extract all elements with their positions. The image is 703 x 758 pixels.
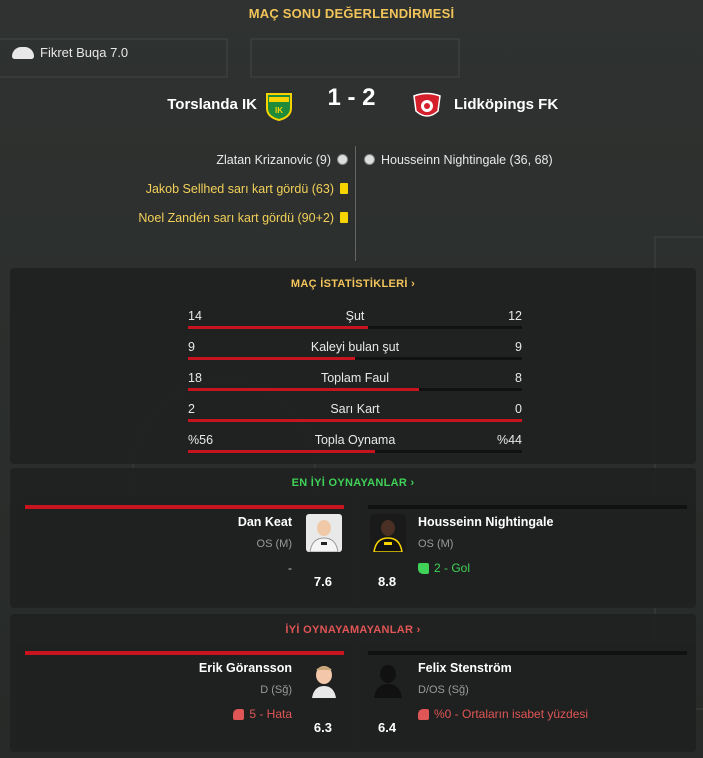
stat-label: Kaleyi bulan şut <box>310 340 400 354</box>
events-divider <box>355 146 356 261</box>
stat-bar <box>188 450 522 453</box>
ball-icon <box>364 154 375 165</box>
player-position: OS (M) <box>256 538 292 550</box>
away-team-name[interactable]: Lidköpings FK <box>454 96 558 113</box>
event-text: Zlatan Krizanovic (9) <box>216 152 331 167</box>
stat-label: Topla Oynama <box>314 433 396 447</box>
player-name: Housseinn Nightingale <box>418 515 554 529</box>
team-color-bar <box>368 505 687 509</box>
thumbs-up-icon <box>418 562 429 574</box>
player-name: Felix Stenström <box>418 661 512 675</box>
stat-bar-fill <box>188 419 522 422</box>
stat-away-value: 0 <box>515 402 522 416</box>
stat-row: 18 Toplam Faul 8 <box>188 371 522 401</box>
player-position: D/OS (Sğ) <box>418 684 469 696</box>
stat-bar-fill <box>188 326 368 329</box>
man-of-the-match[interactable]: Fikret Buqa 7.0 <box>12 45 128 60</box>
stat-bar <box>188 357 522 360</box>
yellow-card-icon <box>340 183 348 194</box>
match-score: 1 - 2 <box>327 84 376 111</box>
team-color-bar <box>25 651 344 655</box>
stat-label: Toplam Faul <box>320 371 390 385</box>
player-avatar-icon <box>370 514 406 552</box>
ball-icon <box>337 154 348 165</box>
player-note: %0 - Ortaların isabet yüzdesi <box>418 707 588 721</box>
best-away-player-card[interactable]: Housseinn Nightingale OS (M) 2 - Gol 8.8 <box>360 497 695 603</box>
player-rating: 6.4 <box>378 720 397 735</box>
player-note: 2 - Gol <box>418 561 470 575</box>
team-color-bar <box>25 505 344 509</box>
motm-text: Fikret Buqa 7.0 <box>40 45 129 60</box>
stat-label: Şut <box>345 309 365 323</box>
boot-icon <box>12 46 34 59</box>
best-home-player-card[interactable]: Dan Keat OS (M) - 7.6 <box>17 497 352 603</box>
player-name: Dan Keat <box>237 515 292 529</box>
stat-away-value: 12 <box>508 309 522 323</box>
event-text: Housseinn Nightingale (36, 68) <box>381 152 553 167</box>
stat-bar <box>188 419 522 422</box>
stat-label: Sarı Kart <box>330 402 380 416</box>
away-event-goal: Housseinn Nightingale (36, 68) <box>364 145 553 174</box>
worst-players-title[interactable]: İYİ OYNAYAMAYANLAR › <box>10 624 696 636</box>
home-events: Zlatan Krizanovic (9) Jakob Sellhed sarı… <box>138 145 348 232</box>
note-text: 5 - Hata <box>249 707 292 721</box>
team-color-bar <box>368 651 687 655</box>
stat-row: %56 Topla Oynama %44 <box>188 433 522 463</box>
away-team-crest-icon[interactable] <box>412 91 442 121</box>
stat-bar <box>188 326 522 329</box>
home-event-card: Noel Zandén sarı kart gördü (90+2) <box>138 203 348 232</box>
page-title: MAÇ SONU DEĞERLENDİRMESİ <box>248 6 455 21</box>
player-rating: 6.3 <box>313 720 332 735</box>
player-avatar-icon <box>306 514 342 552</box>
event-text: Noel Zandén sarı kart gördü (90+2) <box>138 210 334 225</box>
stat-away-value: 9 <box>515 340 522 354</box>
match-stats-title[interactable]: MAÇ İSTATİSTİKLERİ › <box>10 278 696 290</box>
best-players-title[interactable]: EN İYİ OYNAYANLAR › <box>10 477 696 489</box>
player-silhouette-icon <box>370 660 406 698</box>
stat-row: 2 Sarı Kart 0 <box>188 402 522 432</box>
away-events: Housseinn Nightingale (36, 68) <box>364 145 553 174</box>
stat-away-value: 8 <box>515 371 522 385</box>
yellow-card-icon <box>340 212 348 223</box>
player-position: OS (M) <box>418 538 454 550</box>
home-event-card: Jakob Sellhed sarı kart gördü (63) <box>138 174 348 203</box>
thumbs-down-icon <box>418 708 429 720</box>
stat-bar-fill <box>188 450 376 453</box>
thumbs-down-icon <box>233 708 245 720</box>
stat-row: 14 Şut 12 <box>188 309 522 339</box>
player-note: - <box>288 561 292 575</box>
worst-away-player-card[interactable]: Felix Stenström D/OS (Sğ) %0 - Ortaların… <box>360 643 695 749</box>
worst-home-player-card[interactable]: Erik Göransson D (Sğ) 5 - Hata 6.3 <box>17 643 352 749</box>
player-name: Erik Göransson <box>198 661 292 675</box>
player-rating: 8.8 <box>378 574 397 589</box>
stat-bar-fill <box>188 357 355 360</box>
stat-bar <box>188 388 522 391</box>
note-text: %0 - Ortaların isabet yüzdesi <box>434 707 589 721</box>
stat-bar-fill <box>188 388 420 391</box>
home-event-goal: Zlatan Krizanovic (9) <box>138 145 348 174</box>
player-avatar-icon <box>306 660 342 698</box>
event-text: Jakob Sellhed sarı kart gördü (63) <box>145 181 334 196</box>
stat-row: 9 Kaleyi bulan şut 9 <box>188 340 522 370</box>
note-text: 2 - Gol <box>434 561 471 575</box>
stat-away-value: %44 <box>496 433 522 447</box>
player-position: D (Sğ) <box>260 684 292 696</box>
player-rating: 7.6 <box>313 574 332 589</box>
player-note: 5 - Hata <box>233 707 292 721</box>
